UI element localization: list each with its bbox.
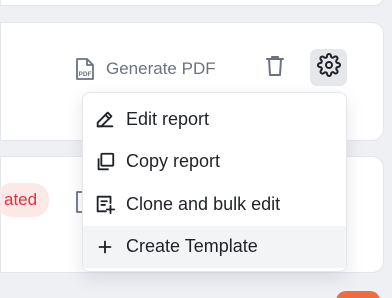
generate-pdf-label: Generate PDF	[106, 59, 216, 78]
clone-edit-icon	[94, 193, 116, 215]
status-badge: ated	[0, 183, 50, 217]
svg-text:PDF: PDF	[79, 71, 92, 78]
menu-item-label: Clone and bulk edit	[126, 193, 281, 214]
plus-icon	[94, 236, 116, 258]
report-actions-menu: Edit report Copy report Clone and bulk e…	[82, 92, 347, 272]
settings-button[interactable]	[310, 49, 347, 86]
generate-pdf-button[interactable]: PDF Generate PDF	[72, 55, 216, 83]
menu-item-clone-bulk-edit[interactable]: Clone and bulk edit	[83, 183, 346, 226]
copy-icon	[94, 151, 116, 173]
delete-report-button[interactable]	[263, 55, 287, 81]
menu-item-create-template[interactable]: Create Template	[83, 225, 346, 268]
menu-item-label: Create Template	[126, 236, 258, 257]
menu-item-label: Edit report	[126, 108, 210, 129]
menu-item-copy-report[interactable]: Copy report	[83, 141, 346, 184]
pencil-icon	[94, 108, 116, 130]
menu-item-label: Copy report	[126, 151, 221, 172]
gear-icon	[316, 53, 341, 82]
report-card-previous	[0, 0, 384, 6]
card-badge-partial	[336, 291, 380, 298]
pdf-file-icon: PDF	[72, 56, 98, 82]
menu-item-edit-report[interactable]: Edit report	[83, 98, 346, 141]
trash-icon	[265, 55, 285, 82]
